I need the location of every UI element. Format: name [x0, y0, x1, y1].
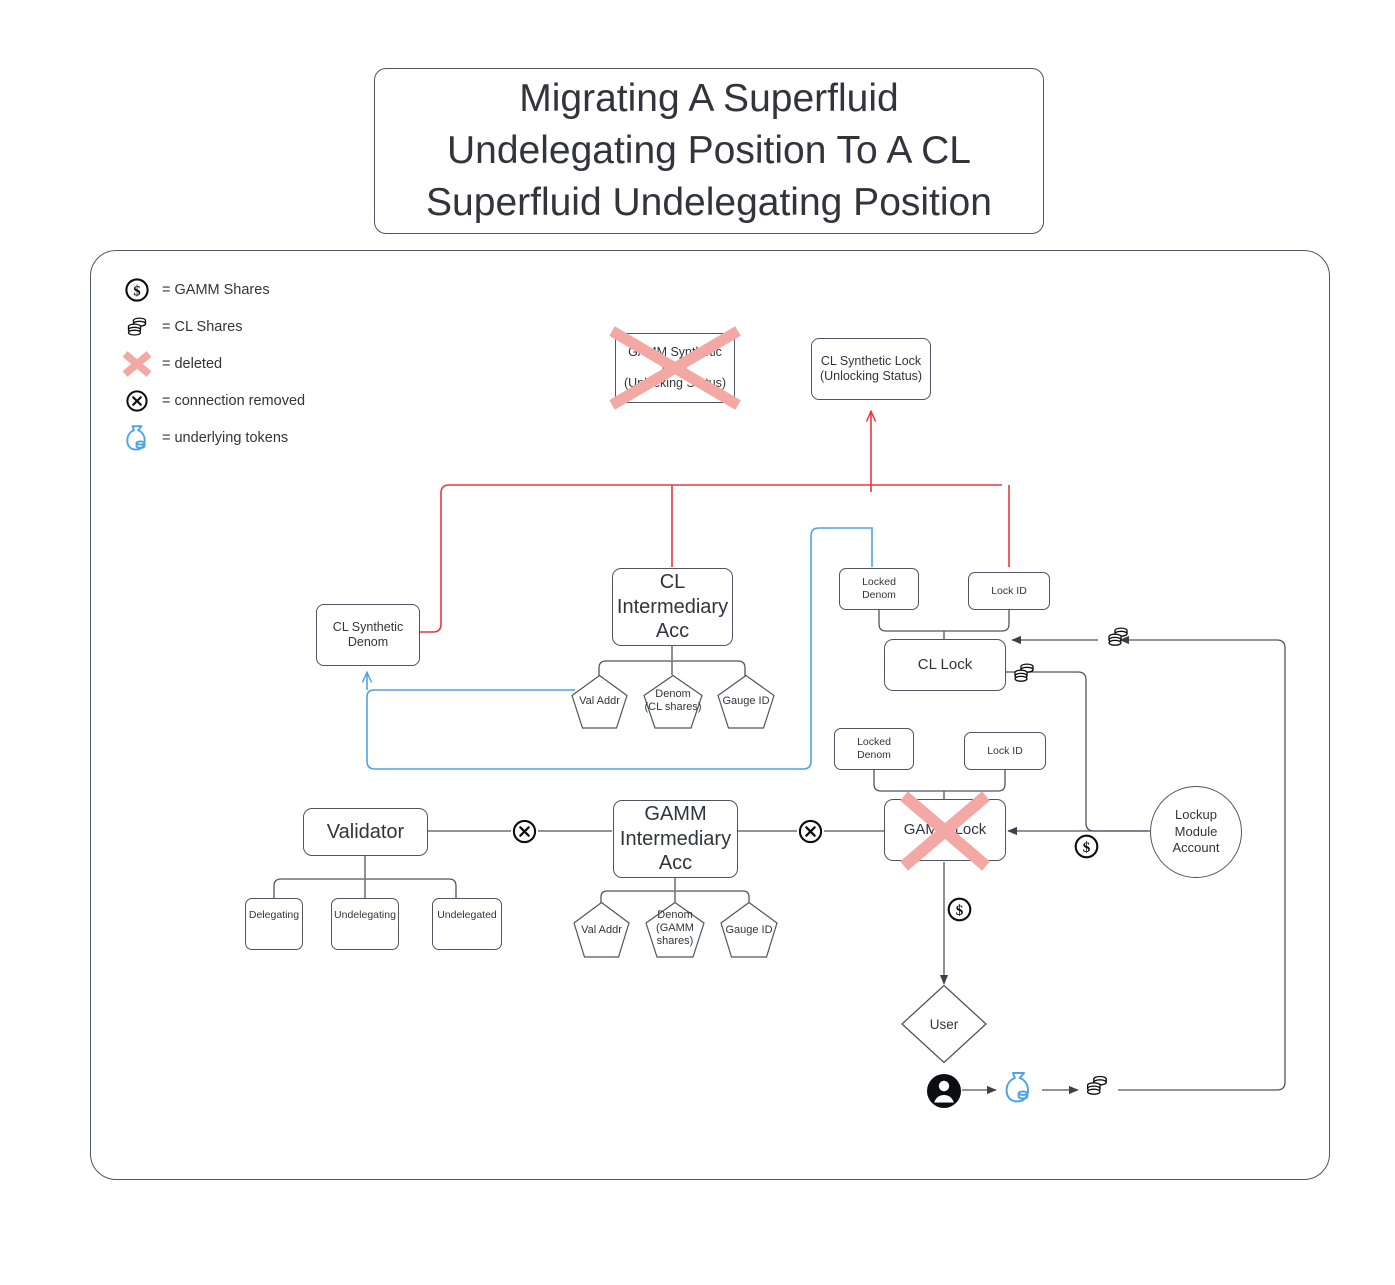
legend-item-underlying-tokens: = underlying tokens	[118, 420, 305, 456]
node-label: Gauge ID	[725, 924, 773, 936]
node-validator[interactable]: Validator	[303, 808, 428, 856]
node-cl-intermediary-acc[interactable]: CL Intermediary Acc	[612, 568, 733, 646]
node-label: Validator	[326, 820, 405, 843]
node-validator-undelegating[interactable]: Undelegating	[331, 898, 399, 950]
node-label: Lock ID	[991, 584, 1027, 597]
node-validator-undelegated[interactable]: Undelegated	[432, 898, 502, 950]
circle-x-icon	[798, 819, 823, 844]
node-gamm-intermediary-acc[interactable]: GAMM Intermediary Acc	[613, 800, 738, 878]
node-label: Delegating	[248, 908, 300, 921]
diagram-title: Migrating A Superfluid Undelegating Posi…	[426, 77, 992, 224]
node-label: Lockup Module Account	[1172, 806, 1220, 856]
node-label: Val Addr	[579, 695, 620, 707]
legend-item-gamm-shares: $ = GAMM Shares	[118, 272, 305, 308]
node-cl-synthetic-lock[interactable]: CL Synthetic Lock (Unlocking Status)	[811, 338, 931, 400]
node-label: Val Addr	[581, 924, 622, 936]
node-label: Undelegated	[437, 908, 497, 921]
node-label: GAMM Synthetic Lock (Unlocking Status)	[623, 345, 727, 390]
circle-x-icon	[512, 819, 537, 844]
node-label: User	[929, 1017, 959, 1032]
node-label: Denom (GAMM shares)	[656, 909, 694, 947]
svg-text:$: $	[956, 903, 964, 919]
node-label: GAMM Intermediary Acc	[619, 803, 732, 875]
red-x-icon	[118, 349, 156, 379]
dollar-coin-icon: $	[947, 897, 972, 922]
node-label: Denom (CL shares)	[644, 688, 702, 713]
node-gamm-synthetic-lock[interactable]: GAMM Synthetic Lock (Unlocking Status)	[615, 333, 735, 403]
node-label: Gauge ID	[722, 695, 770, 707]
node-gamm-val-addr[interactable]: Val Addr	[572, 901, 631, 959]
node-cl-synthetic-denom[interactable]: CL Synthetic Denom	[316, 604, 420, 666]
money-bag-icon	[118, 423, 156, 453]
node-gamm-lock[interactable]: GAMM Lock	[884, 799, 1006, 861]
node-gamm-lock-id[interactable]: Lock ID	[964, 732, 1046, 770]
legend-item-deleted: = deleted	[118, 346, 305, 382]
svg-text:$: $	[1083, 840, 1091, 856]
legend-label: = GAMM Shares	[162, 282, 270, 298]
node-label: Lock ID	[987, 744, 1023, 757]
coin-stack-icon	[1086, 1075, 1107, 1095]
user-avatar-icon	[927, 1074, 961, 1108]
node-user[interactable]: User	[900, 984, 988, 1064]
dollar-coin-icon: $	[1074, 834, 1099, 859]
coin-stack-icon	[1014, 663, 1034, 682]
node-label: Locked Denom	[862, 576, 896, 601]
node-label: Undelegating	[334, 908, 396, 921]
legend-label: = connection removed	[162, 393, 306, 409]
legend-label: = deleted	[162, 356, 223, 372]
node-label: CL Intermediary Acc	[616, 571, 729, 643]
node-label: CL Lock	[917, 655, 973, 673]
legend-label: = CL Shares	[162, 319, 243, 335]
node-validator-delegating[interactable]: Delegating	[245, 898, 303, 950]
svg-text:$: $	[133, 283, 140, 299]
node-label: CL Synthetic Denom	[332, 619, 404, 649]
legend: $ = GAMM Shares = CL Shares = deleted = …	[118, 272, 305, 457]
node-cl-val-addr[interactable]: Val Addr	[570, 674, 629, 730]
node-label: CL Synthetic Lock (Unlocking Status)	[819, 353, 923, 383]
coin-stack-icon	[1108, 627, 1128, 646]
node-label: GAMM Lock	[903, 820, 987, 838]
node-cl-locked-denom[interactable]: Locked Denom	[839, 568, 919, 610]
node-cl-denom[interactable]: Denom (CL shares)	[642, 674, 704, 730]
circle-x-icon	[118, 389, 156, 413]
node-gamm-locked-denom[interactable]: Locked Denom	[834, 728, 914, 770]
node-lockup-module-account[interactable]: Lockup Module Account	[1150, 786, 1242, 878]
diagram-title-box: Migrating A Superfluid Undelegating Posi…	[374, 68, 1044, 234]
node-cl-lock[interactable]: CL Lock	[884, 639, 1006, 691]
coin-stack-icon	[118, 313, 156, 341]
node-cl-gauge-id[interactable]: Gauge ID	[716, 674, 776, 730]
legend-item-connection-removed: = connection removed	[118, 383, 305, 419]
diagram-root: Migrating A Superfluid Undelegating Posi…	[0, 0, 1395, 1285]
node-gamm-gauge-id[interactable]: Gauge ID	[719, 901, 779, 959]
legend-item-cl-shares: = CL Shares	[118, 309, 305, 345]
node-label: Locked Denom	[857, 736, 891, 761]
node-cl-lock-id[interactable]: Lock ID	[968, 572, 1050, 610]
dollar-coin-icon: $	[118, 277, 156, 303]
money-bag-icon	[1005, 1072, 1029, 1103]
legend-label: = underlying tokens	[162, 430, 289, 446]
node-gamm-denom[interactable]: Denom (GAMM shares)	[644, 901, 706, 959]
